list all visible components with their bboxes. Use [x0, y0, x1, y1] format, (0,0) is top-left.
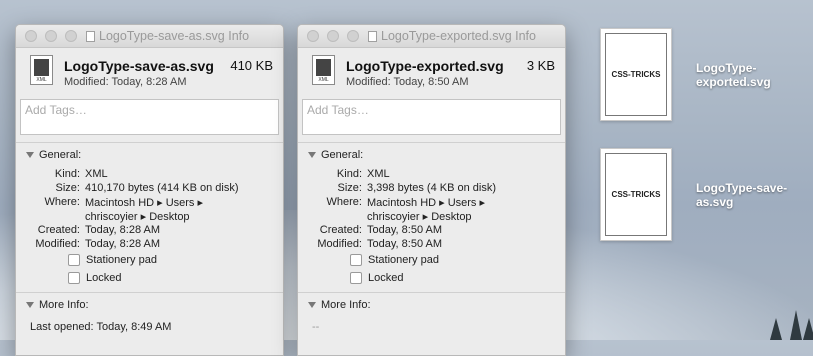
- where-value-line2: chriscoyier ▸ Desktop: [367, 211, 472, 223]
- info-window-save-as[interactable]: LogoType-save-as.svg Info XML LogoType-s…: [15, 24, 284, 356]
- zoom-button[interactable]: [347, 30, 359, 42]
- checkbox-icon: [68, 254, 80, 266]
- title-bar[interactable]: LogoType-exported.svg Info: [298, 25, 565, 48]
- where-label: Where:: [44, 196, 80, 208]
- where-value-line2: chriscoyier ▸ Desktop: [85, 211, 190, 223]
- desktop-file-label-exported[interactable]: LogoType-exported.svg: [696, 61, 800, 89]
- file-header: XML LogoType-exported.svg 3 KB Modified:…: [298, 48, 565, 98]
- svg-thumbnail: CSS-TRICKS: [605, 153, 667, 236]
- window-controls: [307, 30, 359, 42]
- kind-value: XML: [85, 168, 108, 180]
- general-section: General: Kind: XML Size: 3,398 bytes (4 KB…: [298, 142, 565, 293]
- file-name: LogoType-exported.svg: [346, 58, 504, 74]
- general-disclosure[interactable]: General:: [26, 149, 81, 161]
- more-info-disclosure[interactable]: More Info:: [308, 299, 371, 311]
- kind-label: Kind:: [336, 168, 362, 180]
- checkbox-icon: [68, 272, 80, 284]
- disclosure-triangle-icon: [308, 302, 316, 308]
- disclosure-triangle-icon: [26, 302, 34, 308]
- file-size: 410 KB: [230, 58, 273, 73]
- title-bar[interactable]: LogoType-save-as.svg Info: [16, 25, 283, 48]
- svg-thumbnail: CSS-TRICKS: [605, 33, 667, 116]
- tags-input[interactable]: Add Tags…: [302, 99, 561, 135]
- last-opened-text: --: [312, 321, 320, 333]
- wallpaper-tree: [770, 318, 782, 340]
- disclosure-triangle-icon: [308, 152, 316, 158]
- close-button[interactable]: [307, 30, 319, 42]
- created-label: Created:: [37, 224, 80, 236]
- general-section: General: Kind: XML Size: 410,170 bytes (41…: [16, 142, 283, 293]
- kind-value: XML: [367, 168, 390, 180]
- close-button[interactable]: [25, 30, 37, 42]
- stationery-pad-checkbox[interactable]: Stationery pad: [350, 254, 439, 266]
- size-value: 3,398 bytes (4 KB on disk): [367, 182, 497, 194]
- general-disclosure[interactable]: General:: [308, 149, 363, 161]
- desktop-file-icon-save-as[interactable]: CSS-TRICKS: [600, 148, 672, 241]
- disclosure-triangle-icon: [26, 152, 34, 158]
- created-value: Today, 8:50 AM: [367, 224, 443, 236]
- where-value-line1: Macintosh HD ▸ Users ▸: [367, 197, 486, 209]
- file-header: XML LogoType-save-as.svg 410 KB Modified…: [16, 48, 283, 98]
- window-controls: [25, 30, 77, 42]
- document-icon: [86, 30, 95, 42]
- more-info-section: More Info: --: [298, 292, 565, 355]
- tags-input[interactable]: Add Tags…: [20, 99, 279, 135]
- document-icon: [368, 30, 377, 42]
- minimize-button[interactable]: [45, 30, 57, 42]
- modified-value: Today, 8:50 AM: [367, 238, 443, 250]
- more-info-section: More Info: Last opened: Today, 8:49 AM: [16, 292, 283, 355]
- stationery-pad-checkbox[interactable]: Stationery pad: [68, 254, 157, 266]
- file-name: LogoType-save-as.svg: [64, 58, 214, 74]
- window-title: LogoType-exported.svg Info: [368, 29, 559, 43]
- wallpaper-tree: [790, 310, 802, 340]
- modified-summary: Modified: Today, 8:50 AM: [346, 76, 469, 88]
- zoom-button[interactable]: [65, 30, 77, 42]
- where-value-line1: Macintosh HD ▸ Users ▸: [85, 197, 204, 209]
- created-value: Today, 8:28 AM: [85, 224, 161, 236]
- xml-file-icon: XML: [30, 55, 53, 85]
- modified-value: Today, 8:28 AM: [85, 238, 161, 250]
- checkbox-icon: [350, 272, 362, 284]
- modified-label: Modified:: [35, 238, 80, 250]
- info-window-exported[interactable]: LogoType-exported.svg Info XML LogoType-…: [297, 24, 566, 356]
- desktop-file-icon-exported[interactable]: CSS-TRICKS: [600, 28, 672, 121]
- desktop-file-label-save-as[interactable]: LogoType-save-as.svg: [696, 181, 800, 209]
- window-title: LogoType-save-as.svg Info: [86, 29, 277, 43]
- more-info-disclosure[interactable]: More Info:: [26, 299, 89, 311]
- kind-label: Kind:: [54, 168, 80, 180]
- locked-checkbox[interactable]: Locked: [68, 272, 121, 284]
- last-opened-text: Last opened: Today, 8:49 AM: [30, 321, 172, 333]
- wallpaper-tree: [803, 318, 813, 340]
- size-value: 410,170 bytes (414 KB on disk): [85, 182, 239, 194]
- file-size: 3 KB: [526, 58, 555, 73]
- modified-summary: Modified: Today, 8:28 AM: [64, 76, 187, 88]
- locked-checkbox[interactable]: Locked: [350, 272, 403, 284]
- created-label: Created:: [319, 224, 362, 236]
- where-label: Where:: [326, 196, 362, 208]
- checkbox-icon: [350, 254, 362, 266]
- minimize-button[interactable]: [327, 30, 339, 42]
- size-label: Size:: [55, 182, 80, 194]
- size-label: Size:: [337, 182, 362, 194]
- xml-file-icon: XML: [312, 55, 335, 85]
- modified-label: Modified:: [317, 238, 362, 250]
